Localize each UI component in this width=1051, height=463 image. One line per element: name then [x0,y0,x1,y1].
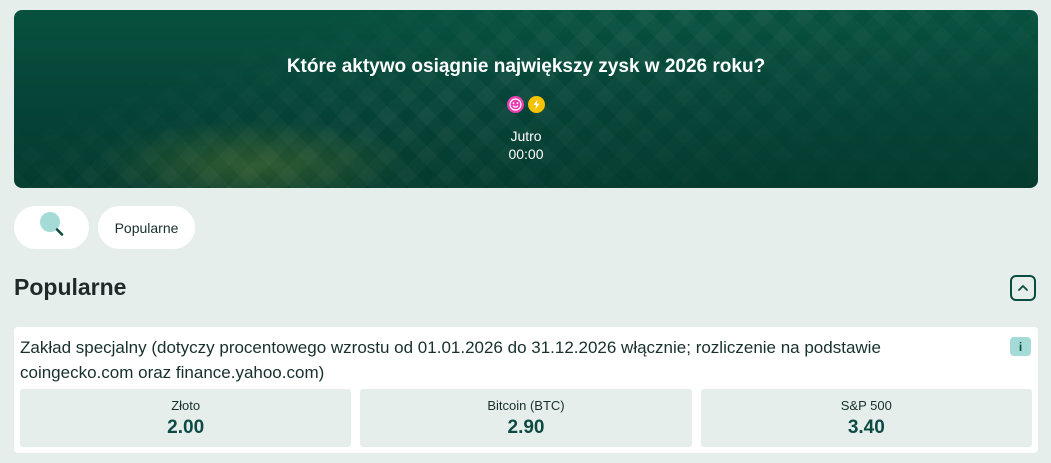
selection-odds: 3.40 [847,416,885,438]
selection-odds: 2.00 [167,416,205,438]
odds-button-sp500[interactable]: S&P 500 3.40 [700,389,1032,447]
smile-icon [507,96,524,113]
section-title: Popularne [14,274,127,300]
event-badges [14,96,1038,113]
search-button[interactable] [14,206,89,249]
market-description: Zakład specjalny (dotyczy procentowego w… [20,338,881,382]
odds-button-gold[interactable]: Złoto 2.00 [20,389,352,447]
filter-popular-button[interactable]: Popularne [98,206,195,249]
odds-button-bitcoin[interactable]: Bitcoin (BTC) 2.90 [360,389,692,447]
market-card: Zakład specjalny (dotyczy procentowego w… [14,327,1038,453]
selection-label: Bitcoin (BTC) [487,397,565,413]
search-icon [37,210,67,245]
odds-row: Złoto 2.00 Bitcoin (BTC) 2.90 S&P 500 3.… [20,389,1032,447]
selection-label: S&P 500 [840,397,892,413]
selection-label: Złoto [171,397,201,413]
collapse-section-button[interactable] [1010,275,1036,301]
event-day: Jutro [510,128,542,144]
lightning-icon [528,96,545,113]
chevron-up-icon [1017,279,1029,297]
selection-odds: 2.90 [507,416,545,438]
event-hero-banner: Które aktywo osiągnie największy zysk w … [14,10,1038,188]
info-icon[interactable]: i [1010,337,1031,356]
event-title: Które aktywo osiągnie największy zysk w … [286,56,766,77]
event-time: 00:00 [508,146,544,162]
